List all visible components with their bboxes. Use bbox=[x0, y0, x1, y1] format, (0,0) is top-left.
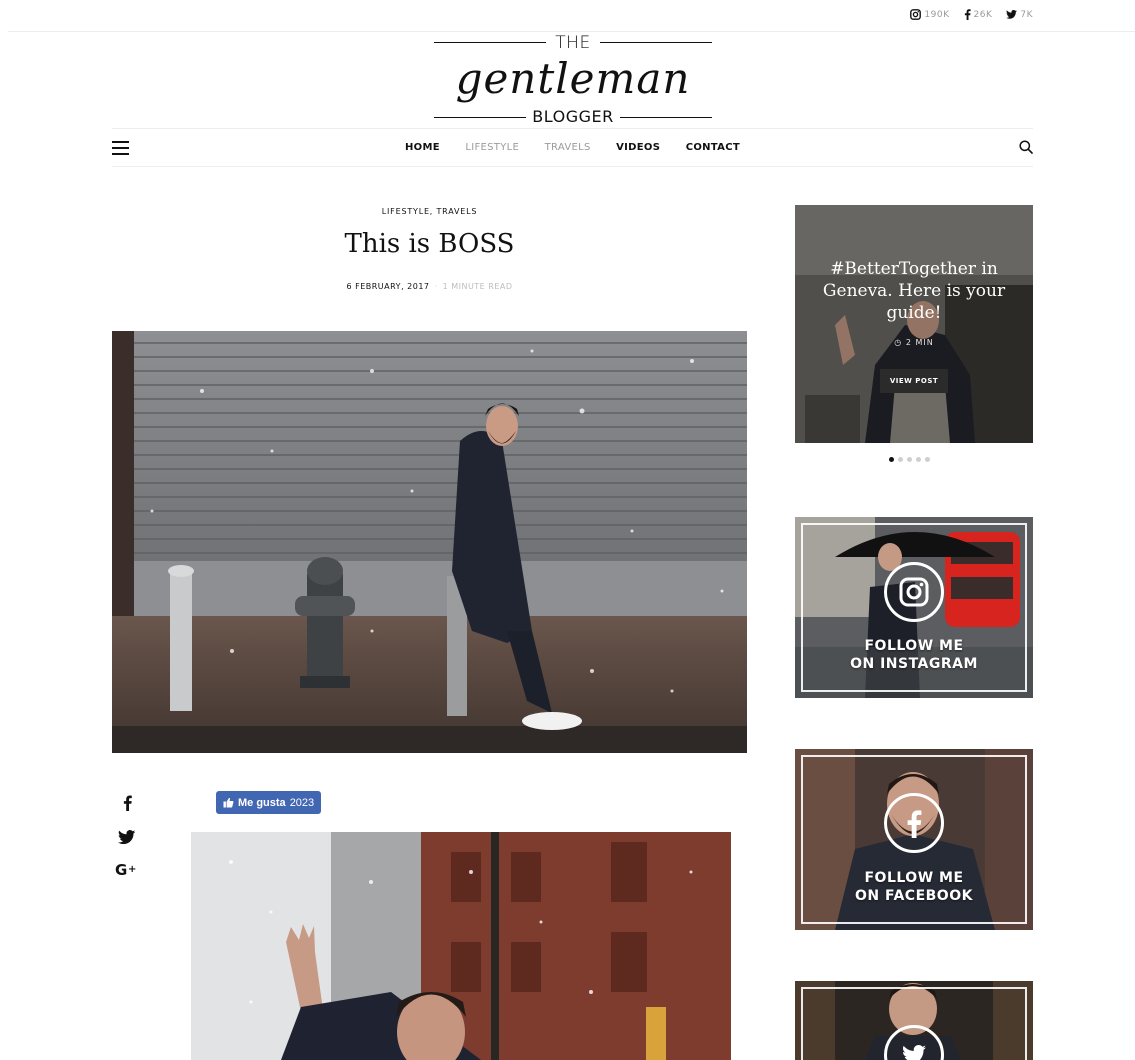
nav-travels[interactable]: TRAVELS bbox=[545, 142, 591, 153]
twitter-count-value: 7K bbox=[1020, 9, 1033, 20]
twitter-icon[interactable] bbox=[112, 822, 142, 854]
slider-dot[interactable] bbox=[907, 457, 912, 462]
slide-title[interactable]: #BetterTogether in Geneva. Here is your … bbox=[809, 258, 1019, 324]
share-column: G + bbox=[112, 790, 142, 886]
slider-dot[interactable] bbox=[889, 457, 894, 462]
facebook-icon[interactable] bbox=[112, 790, 142, 822]
logo-the: THE bbox=[555, 33, 591, 53]
google-plus-icon[interactable]: G + bbox=[112, 854, 142, 886]
facebook-promo-line2: ON FACEBOOK bbox=[855, 888, 973, 904]
slide-time: ◷ 2 MIN bbox=[795, 338, 1033, 347]
twitter-promo[interactable] bbox=[795, 981, 1033, 1060]
slider-dot[interactable] bbox=[925, 457, 930, 462]
facebook-promo-line1: FOLLOW ME bbox=[864, 870, 964, 886]
slider-overlay bbox=[795, 205, 1033, 443]
slider-dots bbox=[889, 457, 930, 462]
nav-links: HOME LIFESTYLE TRAVELS VIDEOS CONTACT bbox=[112, 142, 1033, 153]
thumbs-up-icon bbox=[223, 797, 234, 808]
logo-blogger: BLOGGER bbox=[532, 107, 614, 126]
featured-post-slider[interactable]: #BetterTogether in Geneva. Here is your … bbox=[795, 205, 1033, 443]
post-meta: 6 FEBRUARY, 2017 · 1 MINUTE READ bbox=[112, 282, 747, 291]
social-counts: 190K 26K 7K bbox=[910, 9, 1033, 20]
nav-contact[interactable]: CONTACT bbox=[686, 142, 740, 153]
facebook-promo-text: FOLLOW ME ON FACEBOOK bbox=[795, 869, 1033, 905]
like-label: Me gusta bbox=[238, 796, 286, 809]
slider-dot[interactable] bbox=[916, 457, 921, 462]
twitter-icon bbox=[1006, 10, 1018, 19]
post-categories[interactable]: LIFESTYLE, TRAVELS bbox=[112, 207, 747, 216]
facebook-icon bbox=[884, 793, 944, 853]
post-image-2 bbox=[191, 832, 731, 1060]
instagram-count[interactable]: 190K bbox=[910, 9, 949, 20]
nav-home[interactable]: HOME bbox=[405, 142, 440, 153]
main-nav: HOME LIFESTYLE TRAVELS VIDEOS CONTACT bbox=[112, 128, 1033, 167]
like-count: 2023 bbox=[289, 796, 315, 809]
logo-script: gentleman bbox=[455, 54, 691, 103]
instagram-promo-line2: ON INSTAGRAM bbox=[850, 656, 978, 672]
post-date: 6 FEBRUARY, 2017 bbox=[346, 282, 430, 291]
search-icon[interactable] bbox=[1019, 140, 1033, 154]
site-logo[interactable]: THE gentleman BLOGGER bbox=[434, 32, 712, 128]
svg-text:G: G bbox=[115, 861, 127, 879]
slider-dot[interactable] bbox=[898, 457, 903, 462]
clock-icon: ◷ bbox=[894, 338, 906, 347]
hero-image bbox=[112, 331, 747, 753]
facebook-count-value: 26K bbox=[973, 9, 993, 20]
facebook-like-button[interactable]: Me gusta 2023 bbox=[216, 791, 322, 814]
instagram-icon bbox=[910, 9, 922, 20]
instagram-promo[interactable]: FOLLOW ME ON INSTAGRAM bbox=[795, 517, 1033, 698]
instagram-icon bbox=[884, 562, 944, 622]
facebook-icon bbox=[964, 9, 971, 20]
view-post-button[interactable]: VIEW POST bbox=[880, 369, 948, 393]
svg-text:+: + bbox=[128, 864, 136, 875]
instagram-count-value: 190K bbox=[924, 9, 950, 20]
nav-lifestyle[interactable]: LIFESTYLE bbox=[465, 142, 519, 153]
top-social-bar: 190K 26K 7K bbox=[8, 0, 1135, 32]
post-title: This is BOSS bbox=[344, 229, 515, 259]
nav-videos[interactable]: VIDEOS bbox=[616, 142, 660, 153]
meta-separator: · bbox=[434, 282, 438, 291]
twitter-icon bbox=[884, 1025, 944, 1060]
facebook-count[interactable]: 26K bbox=[964, 9, 993, 20]
slide-time-value: 2 MIN bbox=[905, 338, 934, 347]
instagram-promo-line1: FOLLOW ME bbox=[864, 638, 964, 654]
twitter-count[interactable]: 7K bbox=[1006, 10, 1033, 20]
facebook-promo[interactable]: FOLLOW ME ON FACEBOOK bbox=[795, 749, 1033, 930]
instagram-promo-text: FOLLOW ME ON INSTAGRAM bbox=[795, 637, 1033, 673]
read-time: 1 MINUTE READ bbox=[442, 282, 513, 291]
